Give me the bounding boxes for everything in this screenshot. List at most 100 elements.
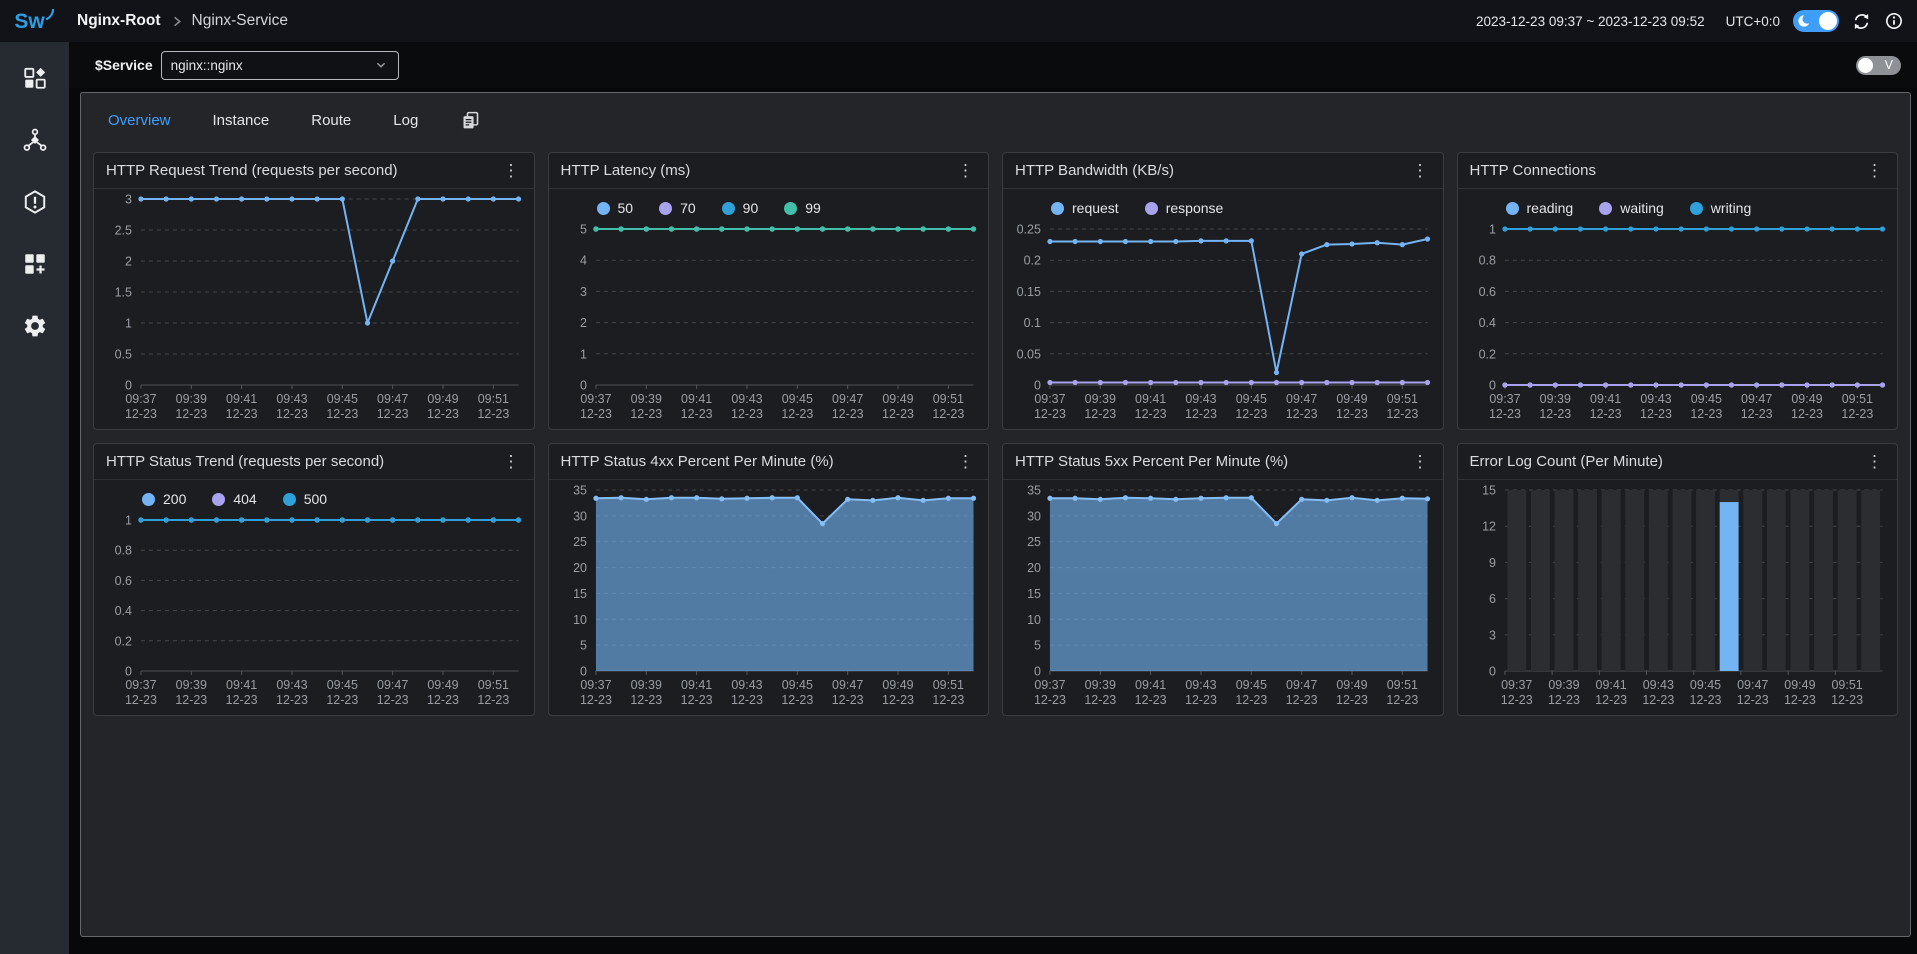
legend-item[interactable]: waiting (1599, 200, 1664, 216)
chart-canvas[interactable]: 20040450000.20.40.60.8109:3712-2309:3912… (94, 480, 534, 715)
svg-text:0.8: 0.8 (115, 544, 132, 558)
legend-item[interactable]: response (1145, 200, 1224, 216)
sidebar-item-alerting[interactable] (15, 186, 55, 218)
legend-item[interactable]: 70 (659, 200, 696, 216)
kebab-menu-icon[interactable]: ⋮ (1864, 453, 1885, 470)
svg-text:10: 10 (573, 613, 587, 627)
time-range-picker[interactable]: 2023-12-23 09:37 ~ 2023-12-23 09:52 (1476, 14, 1705, 29)
svg-text:09:51: 09:51 (478, 392, 509, 406)
svg-text:09:39: 09:39 (1539, 392, 1570, 406)
chart-canvas[interactable]: 0510152025303509:3712-2309:3912-2309:411… (1003, 480, 1443, 715)
svg-text:09:37: 09:37 (1489, 392, 1520, 406)
legend-item[interactable]: 50 (597, 200, 634, 216)
kebab-menu-icon[interactable]: ⋮ (1864, 162, 1885, 179)
kebab-menu-icon[interactable]: ⋮ (955, 453, 976, 470)
legend-item[interactable]: request (1051, 200, 1119, 216)
svg-text:09:49: 09:49 (1791, 392, 1822, 406)
svg-text:12-23: 12-23 (276, 693, 308, 707)
legend-item[interactable]: 200 (142, 491, 186, 507)
sidebar-item-topology[interactable] (15, 124, 55, 156)
legend-dot (1506, 202, 1519, 215)
chart-canvas[interactable]: 0510152025303509:3712-2309:3912-2309:411… (549, 480, 989, 715)
refresh-button[interactable] (1852, 12, 1871, 31)
toggle-knob (1819, 12, 1837, 30)
kebab-menu-icon[interactable]: ⋮ (1410, 453, 1431, 470)
svg-text:09:39: 09:39 (1085, 392, 1116, 406)
kebab-menu-icon[interactable]: ⋮ (1410, 162, 1431, 179)
chart-card-header: HTTP Status 5xx Percent Per Minute (%) ⋮ (1003, 444, 1443, 480)
svg-text:09:43: 09:43 (731, 678, 762, 692)
svg-text:12-23: 12-23 (477, 693, 509, 707)
breadcrumb-current: Nginx-Service (192, 12, 288, 30)
service-bar: $Service nginx::nginx V (69, 42, 1917, 88)
svg-text:12-23: 12-23 (731, 407, 763, 421)
legend-item[interactable]: 99 (784, 200, 821, 216)
chart-legend: reading waiting writing (1458, 189, 1898, 219)
svg-text:12-23: 12-23 (477, 407, 509, 421)
svg-text:09:47: 09:47 (377, 678, 408, 692)
info-button[interactable] (1884, 11, 1904, 31)
svg-text:12-23: 12-23 (1084, 693, 1116, 707)
tab-overview[interactable]: Overview (108, 112, 171, 129)
logo-swoosh-icon (45, 9, 55, 20)
legend-item[interactable]: 90 (722, 200, 759, 216)
legend-item[interactable]: writing (1690, 200, 1751, 216)
chart-legend: 50 70 90 99 (549, 189, 989, 219)
chart-card: HTTP Status Trend (requests per second) … (93, 443, 535, 716)
chart-canvas[interactable]: 00.511.522.5309:3712-2309:3912-2309:4112… (94, 189, 534, 429)
legend-dot (722, 202, 735, 215)
svg-text:09:39: 09:39 (630, 392, 661, 406)
tab-instance[interactable]: Instance (213, 112, 270, 129)
svg-text:2: 2 (125, 254, 132, 268)
svg-text:09:37: 09:37 (1034, 678, 1065, 692)
svg-text:0: 0 (125, 664, 132, 678)
svg-text:09:43: 09:43 (1640, 392, 1671, 406)
svg-text:09:41: 09:41 (226, 678, 257, 692)
dark-mode-toggle[interactable] (1793, 10, 1839, 32)
copy-icon (460, 110, 481, 131)
svg-text:09:41: 09:41 (1590, 392, 1621, 406)
svg-text:12-23: 12-23 (1488, 407, 1520, 421)
svg-text:35: 35 (1027, 483, 1041, 497)
skywalking-logo[interactable]: Sw (0, 11, 69, 32)
legend-dot (784, 202, 797, 215)
kebab-menu-icon[interactable]: ⋮ (501, 162, 522, 179)
kebab-menu-icon[interactable]: ⋮ (501, 453, 522, 470)
svg-text:12-23: 12-23 (1034, 407, 1066, 421)
legend-item[interactable]: 500 (283, 491, 327, 507)
legend-item[interactable]: reading (1506, 200, 1574, 216)
svg-text:09:47: 09:47 (832, 392, 863, 406)
service-select[interactable]: nginx::nginx (161, 51, 399, 80)
chart-canvas[interactable]: 5070909901234509:3712-2309:3912-2309:411… (549, 189, 989, 429)
chart-canvas[interactable]: readingwaitingwriting00.20.40.60.8109:37… (1458, 189, 1898, 429)
legend-item[interactable]: 404 (212, 491, 256, 507)
svg-text:12-23: 12-23 (1185, 407, 1217, 421)
refresh-icon (1852, 12, 1871, 31)
svg-text:0.6: 0.6 (115, 574, 132, 588)
dashboards-icon (22, 65, 48, 91)
sidebar-item-dashboards[interactable] (15, 62, 55, 94)
kebab-menu-icon[interactable]: ⋮ (955, 162, 976, 179)
svg-text:1: 1 (580, 347, 587, 361)
svg-text:12-23: 12-23 (1642, 693, 1674, 707)
svg-text:0.4: 0.4 (1478, 316, 1495, 330)
tab-route[interactable]: Route (311, 112, 351, 129)
breadcrumb-root[interactable]: Nginx-Root (77, 12, 161, 30)
svg-text:09:43: 09:43 (276, 678, 307, 692)
svg-text:09:51: 09:51 (932, 678, 963, 692)
legend-dot (1051, 202, 1064, 215)
edit-mode-toggle[interactable]: V (1856, 56, 1901, 75)
chart-canvas[interactable]: 0369121509:3712-2309:3912-2309:4112-2309… (1458, 480, 1898, 715)
sidebar-item-settings[interactable] (15, 310, 55, 342)
tab-log[interactable]: Log (393, 112, 418, 129)
chart-card-header: HTTP Status 4xx Percent Per Minute (%) ⋮ (549, 444, 989, 480)
chart-title: HTTP Connections (1470, 162, 1596, 179)
svg-text:0.8: 0.8 (1478, 254, 1495, 268)
svg-text:12-23: 12-23 (932, 693, 964, 707)
svg-text:12-23: 12-23 (326, 407, 358, 421)
svg-text:3: 3 (580, 285, 587, 299)
svg-text:12-23: 12-23 (831, 407, 863, 421)
chart-canvas[interactable]: requestresponse00.050.10.150.20.2509:371… (1003, 189, 1443, 429)
sidebar-item-marketplace[interactable] (15, 248, 55, 280)
copy-tabs-button[interactable] (460, 110, 481, 131)
